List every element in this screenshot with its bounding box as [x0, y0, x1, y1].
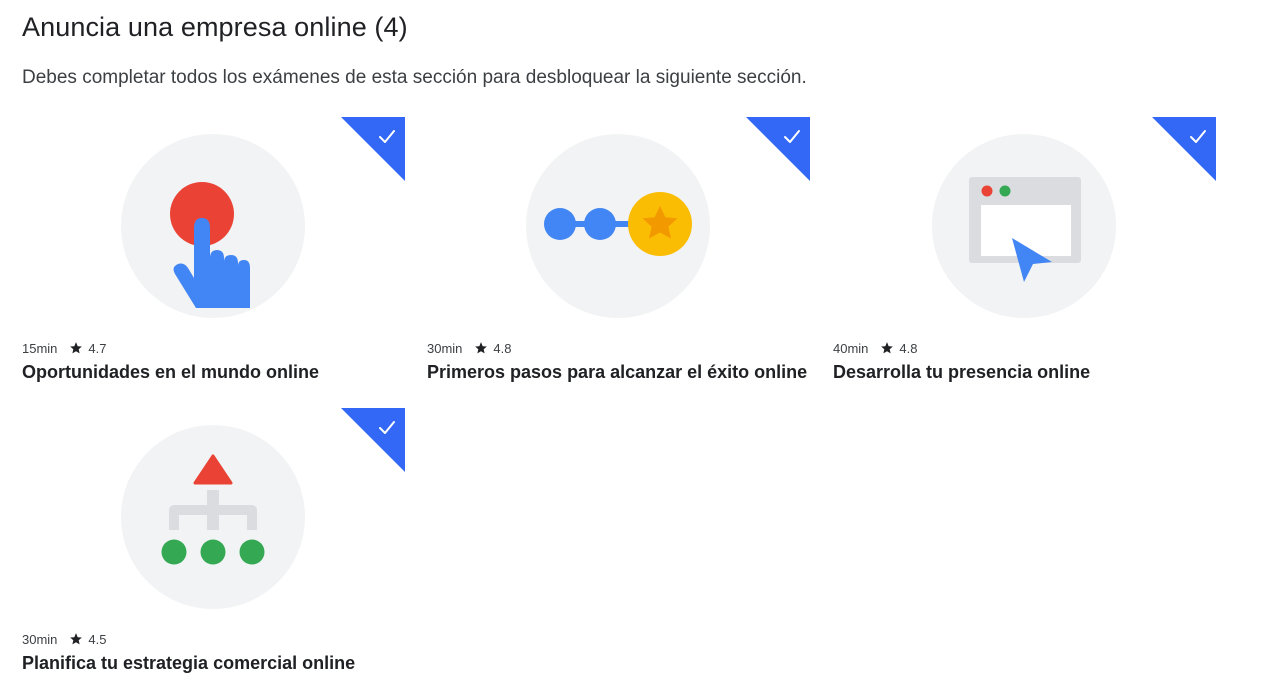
course-meta: 30min 4.5: [22, 630, 107, 648]
completed-badge: [746, 117, 810, 181]
strategy-tree-icon: [161, 454, 265, 565]
thumbnail-circle: [526, 134, 710, 318]
course-rating: 4.8: [493, 340, 512, 356]
course-rating: 4.8: [899, 340, 918, 356]
course-rating: 4.5: [88, 631, 107, 647]
course-title[interactable]: Desarrolla tu presencia online: [833, 362, 1090, 383]
course-duration: 30min: [22, 631, 58, 647]
course-thumbnail[interactable]: [833, 117, 1216, 335]
course-duration: 15min: [22, 340, 58, 356]
completed-badge: [341, 117, 405, 181]
completed-badge: [1152, 117, 1216, 181]
completed-badge: [341, 408, 405, 472]
course-rating: 4.7: [88, 340, 107, 356]
browser-cursor-icon: [969, 177, 1081, 282]
thumbnail-circle: [932, 134, 1116, 318]
progress-star-icon: [544, 192, 692, 256]
course-title[interactable]: Planifica tu estrategia comercial online: [22, 653, 355, 674]
course-duration: 30min: [427, 340, 463, 356]
course-card[interactable]: 40min 4.8 Desarrolla tu presencia online: [833, 117, 1217, 397]
course-meta: 30min 4.8: [427, 339, 512, 357]
star-icon: [69, 632, 83, 646]
course-duration: 40min: [833, 340, 869, 356]
star-icon: [474, 341, 488, 355]
course-title[interactable]: Oportunidades en el mundo online: [22, 362, 319, 383]
tap-hand-icon: [170, 182, 250, 308]
star-icon: [880, 341, 894, 355]
course-thumbnail[interactable]: [22, 117, 405, 335]
course-thumbnail[interactable]: [427, 117, 810, 335]
course-card[interactable]: 30min 4.8 Primeros pasos para alcanzar e…: [427, 117, 811, 397]
course-card[interactable]: 15min 4.7 Oportunidades en el mundo onli…: [22, 117, 406, 397]
section-title: Anuncia una empresa online (4): [22, 12, 408, 42]
thumbnail-circle: [121, 134, 305, 318]
course-card[interactable]: 30min 4.5 Planifica tu estrategia comerc…: [22, 408, 406, 688]
course-thumbnail[interactable]: [22, 408, 405, 626]
course-meta: 15min 4.7: [22, 339, 107, 357]
course-title[interactable]: Primeros pasos para alcanzar el éxito on…: [427, 362, 807, 383]
thumbnail-circle: [121, 425, 305, 609]
section-description: Debes completar todos los exámenes de es…: [22, 67, 807, 88]
course-meta: 40min 4.8: [833, 339, 918, 357]
star-icon: [69, 341, 83, 355]
